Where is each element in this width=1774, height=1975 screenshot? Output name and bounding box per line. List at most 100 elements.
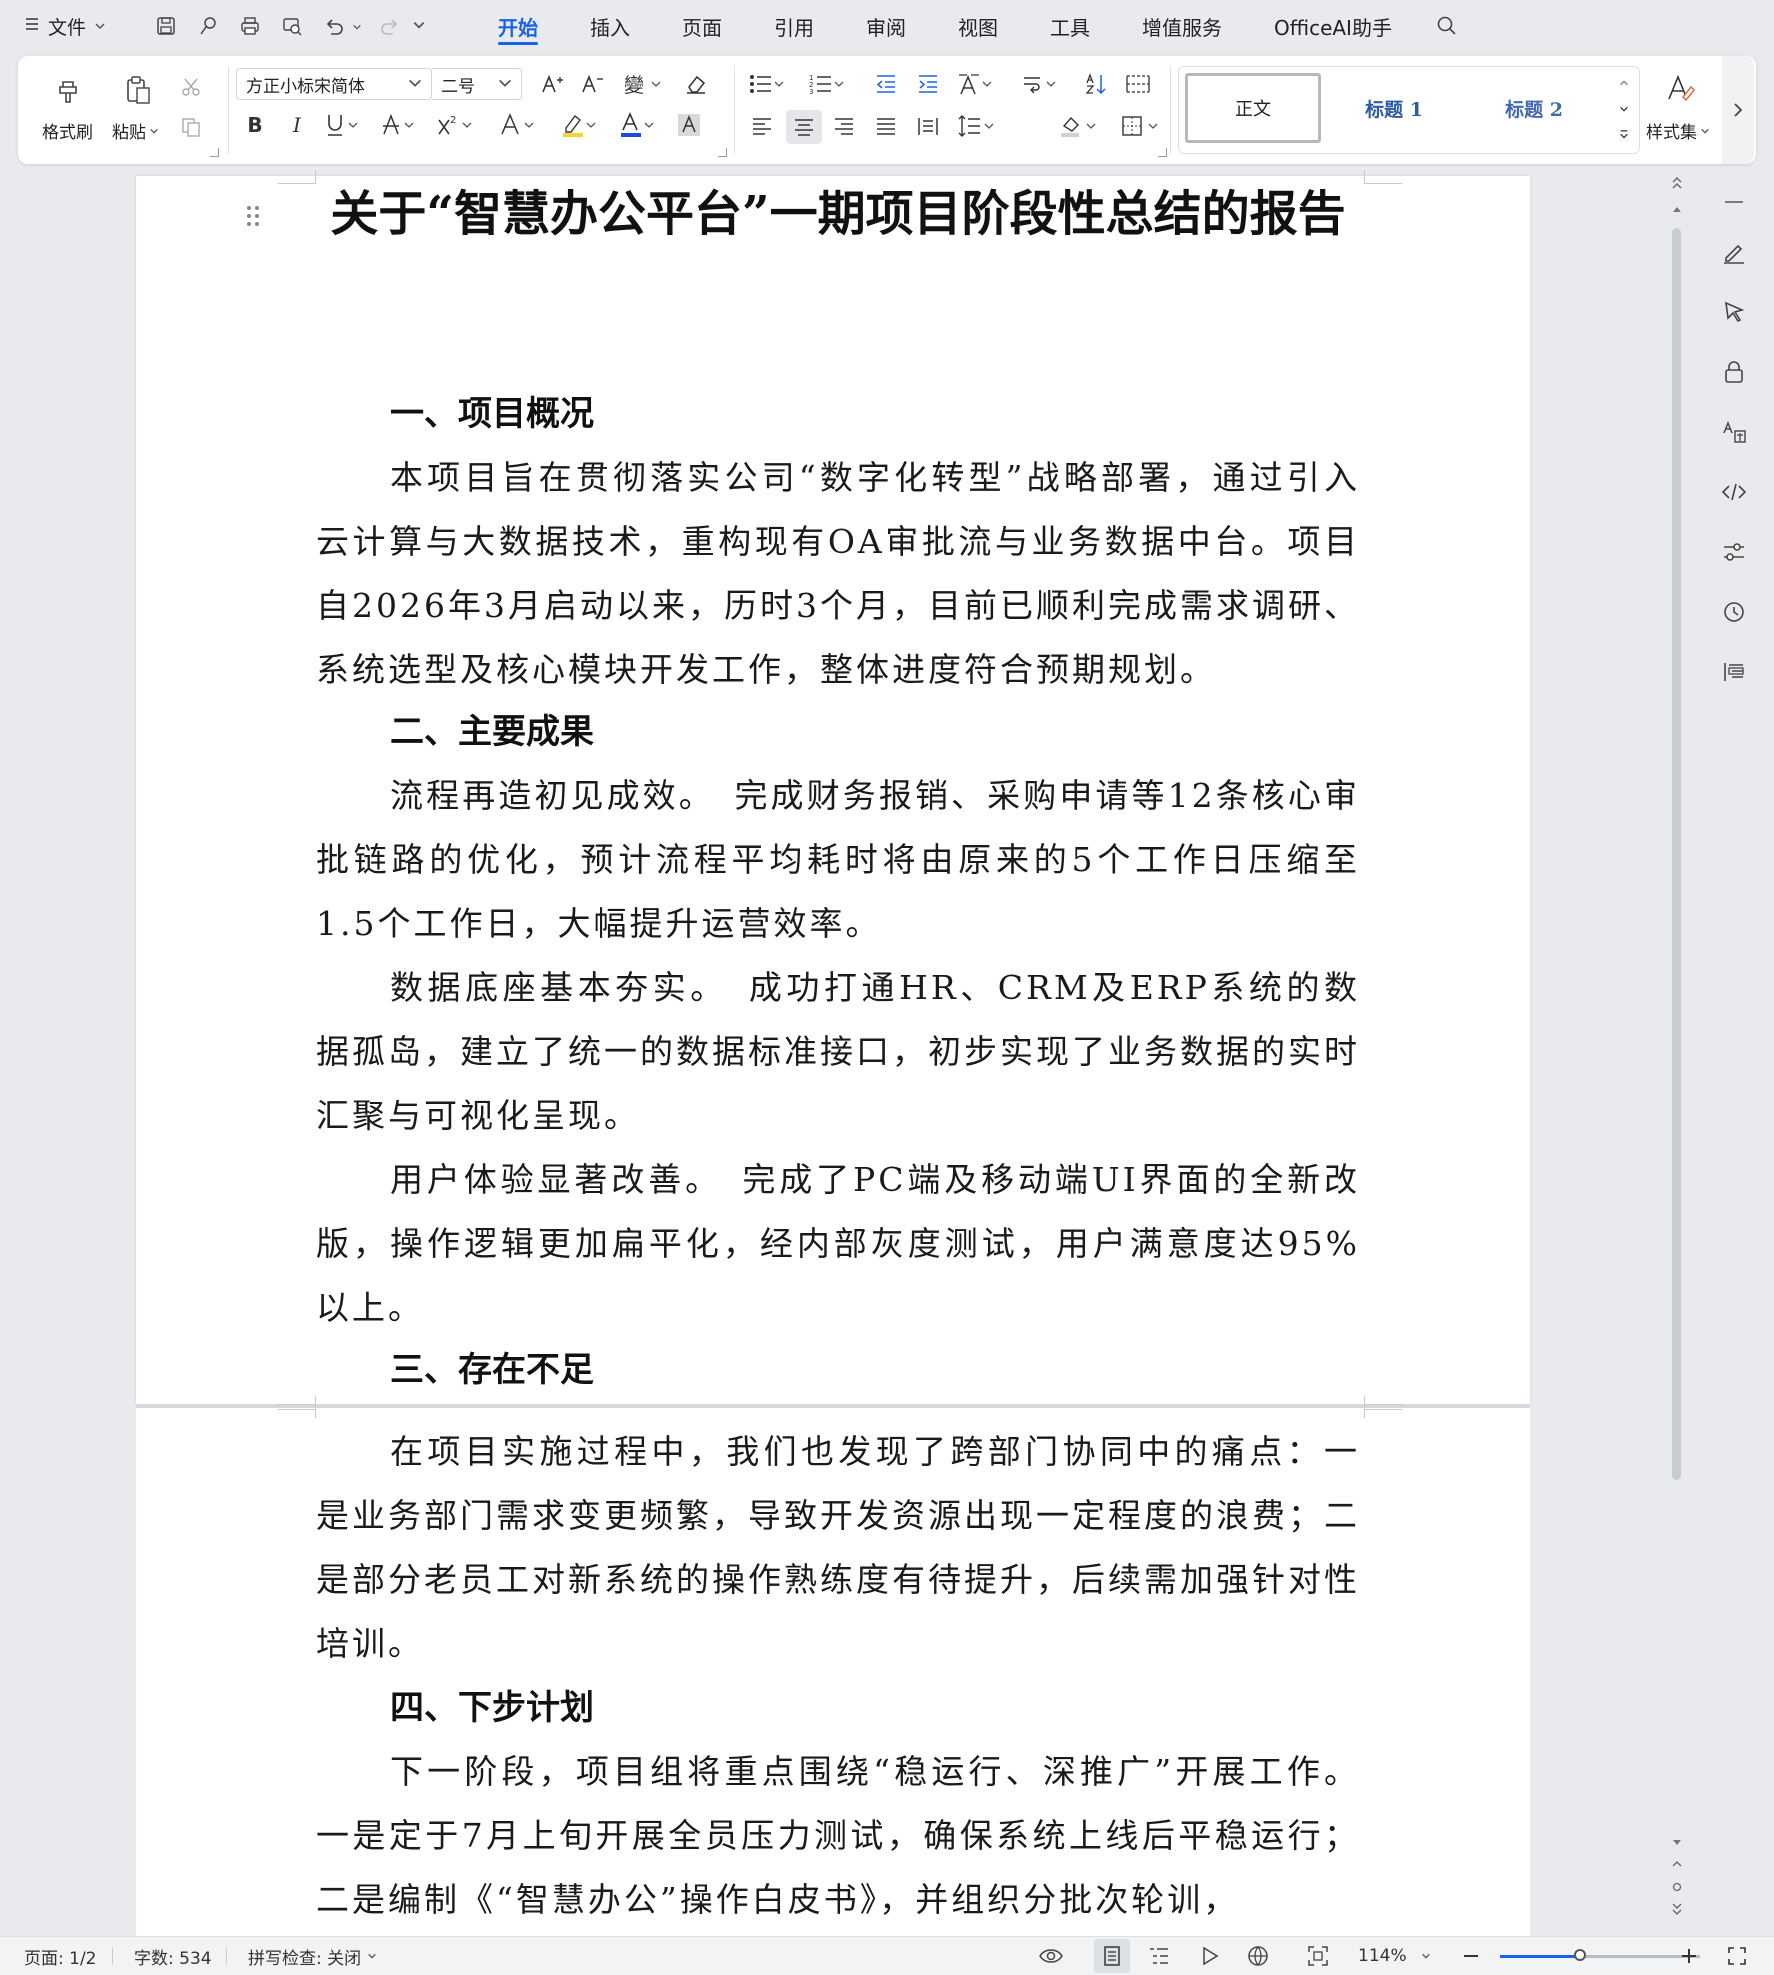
settings-sliders-icon[interactable] bbox=[1712, 530, 1756, 574]
chevron-down-icon[interactable] bbox=[352, 15, 362, 37]
page-view-icon[interactable] bbox=[1094, 1939, 1130, 1973]
file-menu[interactable]: 文件 bbox=[24, 13, 124, 40]
bold-icon[interactable]: B bbox=[240, 110, 270, 140]
shrink-font-icon[interactable] bbox=[576, 68, 608, 100]
superscript-icon[interactable]: 2 bbox=[434, 110, 480, 140]
save-icon[interactable] bbox=[152, 12, 180, 40]
scroll-up-icon[interactable] bbox=[1668, 200, 1686, 218]
style-heading-1[interactable]: 标题 1 bbox=[1329, 73, 1459, 143]
paragraph[interactable]: 数据底座基本夯实。 成功打通HR、CRM及ERP系统的数据孤岛，建立了统一的数据… bbox=[316, 956, 1360, 1148]
align-left-icon[interactable] bbox=[746, 110, 778, 142]
page-indicator[interactable]: 页面: 1/2 bbox=[24, 1937, 97, 1975]
zoom-in-icon[interactable] bbox=[1680, 1937, 1698, 1975]
style-normal[interactable]: 正文 bbox=[1185, 73, 1321, 143]
vertical-scrollbar[interactable] bbox=[1662, 170, 1692, 1935]
zoom-out-icon[interactable] bbox=[1462, 1937, 1480, 1975]
select-cursor-icon[interactable] bbox=[1712, 290, 1756, 334]
zoom-slider-thumb[interactable] bbox=[1574, 1949, 1586, 1961]
bullet-list-icon[interactable] bbox=[746, 68, 792, 100]
scroll-down-icon[interactable] bbox=[1668, 1834, 1686, 1852]
paragraph[interactable]: 用户体验显著改善。 完成了PC端及移动端UI界面的全新改版，操作逻辑更加扁平化，… bbox=[316, 1148, 1360, 1340]
font-name-select[interactable]: 方正小标宋简体 bbox=[236, 68, 432, 100]
borders-icon[interactable] bbox=[1118, 110, 1164, 142]
chevron-down-icon[interactable] bbox=[412, 15, 426, 37]
clear-formatting-icon[interactable] bbox=[680, 68, 712, 100]
lock-icon[interactable] bbox=[1712, 350, 1756, 394]
chevron-up-icon[interactable] bbox=[1615, 71, 1633, 95]
fullscreen-icon[interactable] bbox=[1726, 1937, 1748, 1975]
decrease-indent-icon[interactable] bbox=[870, 68, 902, 100]
increase-indent-icon[interactable] bbox=[912, 68, 944, 100]
web-view-icon[interactable] bbox=[1246, 1937, 1270, 1975]
section-heading[interactable]: 一、项目概况 bbox=[390, 394, 594, 434]
share-link-icon[interactable] bbox=[194, 12, 222, 40]
paragraph[interactable]: 在项目实施过程中，我们也发现了跨部门协同中的痛点：一是业务部门需求变更频繁，导致… bbox=[316, 1420, 1360, 1676]
copy-icon[interactable] bbox=[176, 112, 206, 142]
gallery-more-icon[interactable] bbox=[1615, 123, 1633, 147]
justify-icon[interactable] bbox=[870, 110, 902, 142]
chevron-down-icon[interactable] bbox=[1615, 97, 1633, 121]
tab-value-added-services[interactable]: 增值服务 bbox=[1116, 0, 1248, 52]
undo-icon[interactable] bbox=[320, 12, 348, 40]
cut-icon[interactable] bbox=[176, 72, 206, 102]
style-heading-2[interactable]: 标题 2 bbox=[1469, 73, 1599, 143]
code-icon[interactable] bbox=[1712, 470, 1756, 514]
scrollbar-thumb[interactable] bbox=[1672, 228, 1681, 1480]
scroll-up-double-icon[interactable] bbox=[1668, 174, 1686, 192]
paragraph[interactable]: 本项目旨在贯彻落实公司“数字化转型”战略部署，通过引入云计算与大数据技术，重构现… bbox=[316, 446, 1360, 702]
history-icon[interactable] bbox=[1712, 590, 1756, 634]
tab-officeai-assistant[interactable]: OfficeAI助手 bbox=[1248, 0, 1418, 52]
italic-icon[interactable]: I bbox=[282, 110, 312, 140]
tab-insert[interactable]: 插入 bbox=[564, 0, 656, 52]
highlight-color-icon[interactable] bbox=[558, 110, 604, 140]
ribbon-scroll-right-icon[interactable] bbox=[1722, 56, 1754, 164]
paragraph-shading-icon[interactable] bbox=[1056, 110, 1102, 142]
collapse-panel-icon[interactable] bbox=[1712, 180, 1756, 224]
strikethrough-icon[interactable] bbox=[378, 110, 424, 140]
section-heading[interactable]: 四、下步计划 bbox=[390, 1688, 594, 1728]
next-page-icon[interactable] bbox=[1668, 1900, 1686, 1918]
tab-view[interactable]: 视图 bbox=[932, 0, 1024, 52]
document-title[interactable]: 关于“智慧办公平台”一期项目阶段性总结的报告 bbox=[318, 180, 1358, 248]
search-icon[interactable] bbox=[1432, 11, 1462, 41]
fit-page-icon[interactable] bbox=[1306, 1937, 1330, 1975]
tab-references[interactable]: 引用 bbox=[748, 0, 840, 52]
numbered-list-icon[interactable]: 123 bbox=[806, 68, 852, 100]
underline-icon[interactable] bbox=[322, 110, 368, 140]
section-heading[interactable]: 三、存在不足 bbox=[390, 1350, 594, 1390]
word-count[interactable]: 字数: 534 bbox=[134, 1937, 212, 1975]
eye-protection-icon[interactable] bbox=[1038, 1937, 1064, 1975]
browse-object-icon[interactable] bbox=[1668, 1878, 1686, 1896]
pen-icon[interactable] bbox=[1712, 230, 1756, 274]
tab-review[interactable]: 审阅 bbox=[840, 0, 932, 52]
font-color-icon[interactable] bbox=[616, 110, 662, 140]
style-set-button[interactable]: 样式集 bbox=[1646, 118, 1710, 143]
dialog-launcher-icon[interactable] bbox=[210, 148, 219, 157]
text-wrap-icon[interactable] bbox=[1018, 68, 1064, 100]
redo-icon[interactable] bbox=[376, 12, 404, 40]
paste-button[interactable]: 粘贴 bbox=[112, 118, 159, 143]
paragraph[interactable]: 下一阶段，项目组将重点围绕“稳运行、深推广”开展工作。一是定于7月上旬开展全员压… bbox=[316, 1740, 1360, 1932]
spell-check-toggle[interactable]: 拼写检查: 关闭 bbox=[248, 1937, 377, 1975]
line-spacing-icon[interactable] bbox=[954, 110, 1000, 142]
character-shading-icon[interactable] bbox=[674, 110, 704, 140]
style-set-icon[interactable] bbox=[1660, 68, 1700, 108]
paste-icon[interactable] bbox=[118, 70, 158, 110]
play-icon[interactable] bbox=[1200, 1937, 1220, 1975]
text-direction-icon[interactable] bbox=[954, 68, 1000, 100]
translate-icon[interactable] bbox=[1712, 410, 1756, 454]
format-painter-button[interactable]: 格式刷 bbox=[42, 118, 93, 143]
print-icon[interactable] bbox=[236, 12, 264, 40]
previous-page-icon[interactable] bbox=[1668, 1856, 1686, 1874]
phonetic-guide-icon[interactable]: 變 bbox=[620, 68, 664, 100]
format-painter-icon[interactable] bbox=[48, 70, 88, 110]
show-paragraph-marks-icon[interactable] bbox=[1122, 68, 1154, 100]
zoom-level-select[interactable]: 114% bbox=[1358, 1937, 1431, 1975]
text-effects-icon[interactable] bbox=[496, 110, 542, 140]
align-center-icon[interactable] bbox=[786, 110, 822, 144]
tab-tools[interactable]: 工具 bbox=[1024, 0, 1116, 52]
paragraph[interactable]: 流程再造初见成效。 完成财务报销、采购申请等12条核心审批链路的优化，预计流程平… bbox=[316, 764, 1360, 956]
grow-font-icon[interactable] bbox=[536, 68, 568, 100]
dialog-launcher-icon[interactable] bbox=[718, 148, 727, 157]
dialog-launcher-icon[interactable] bbox=[1158, 148, 1167, 157]
